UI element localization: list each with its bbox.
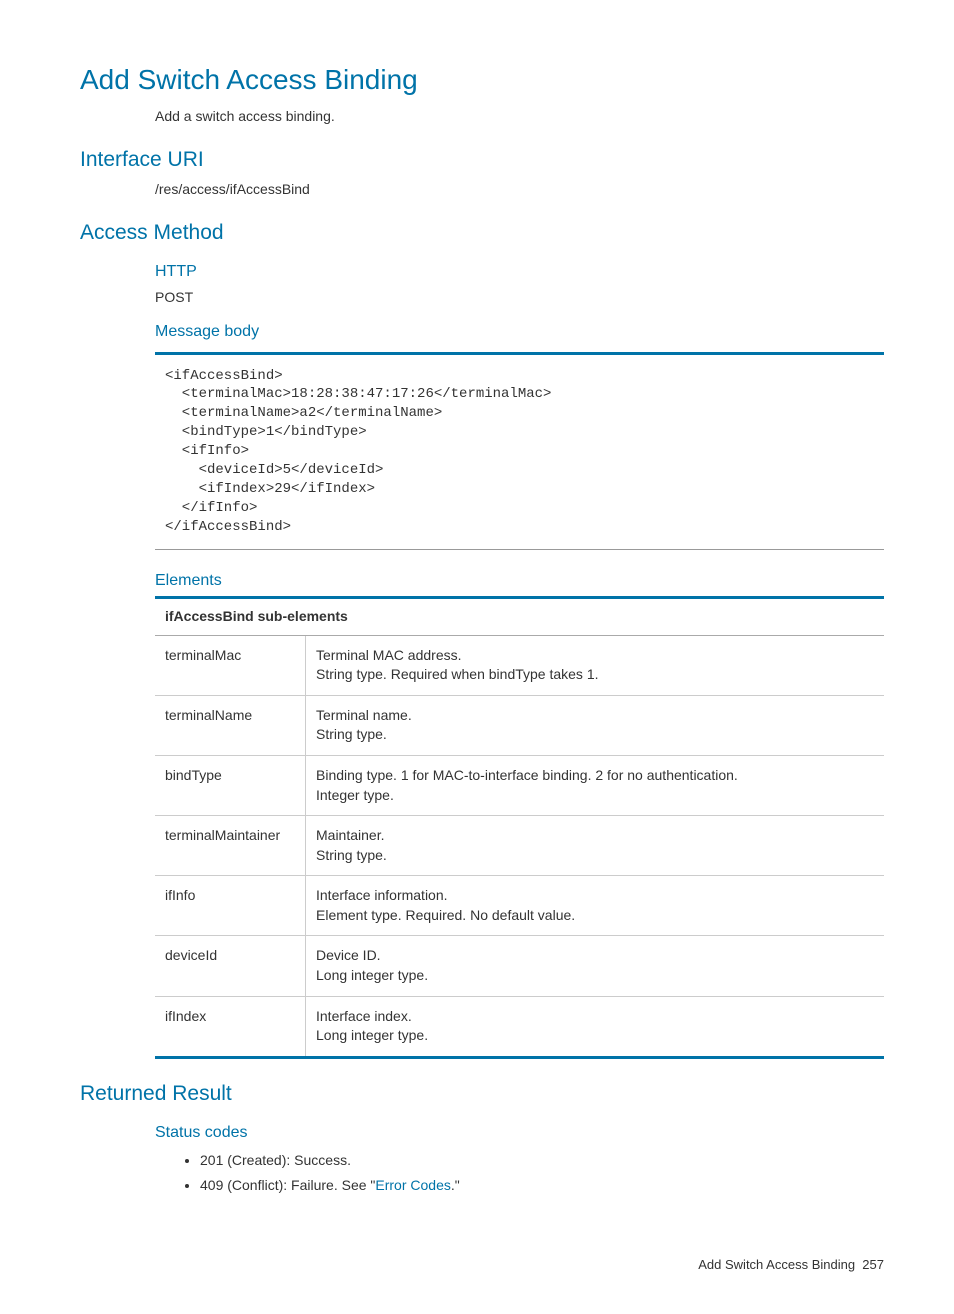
error-codes-link[interactable]: Error Codes bbox=[375, 1177, 450, 1193]
access-method-heading: Access Method bbox=[80, 218, 884, 247]
element-name: terminalMac bbox=[155, 635, 306, 695]
status-code-item: 409 (Conflict): Failure. See "Error Code… bbox=[200, 1176, 884, 1196]
returned-result-heading: Returned Result bbox=[80, 1079, 884, 1108]
elements-label: Elements bbox=[155, 570, 884, 592]
element-name: terminalName bbox=[155, 695, 306, 755]
message-body-label: Message body bbox=[155, 321, 884, 343]
http-label: HTTP bbox=[155, 261, 884, 283]
element-description: Maintainer.String type. bbox=[306, 816, 885, 876]
code-block: <ifAccessBind> <terminalMac>18:28:38:47:… bbox=[155, 352, 884, 550]
element-description: Device ID.Long integer type. bbox=[306, 936, 885, 996]
element-name: terminalMaintainer bbox=[155, 816, 306, 876]
table-row: ifIndexInterface index.Long integer type… bbox=[155, 996, 884, 1057]
table-header: ifAccessBind sub-elements bbox=[155, 597, 884, 635]
element-description: Terminal MAC address.String type. Requir… bbox=[306, 635, 885, 695]
status-codes-label: Status codes bbox=[155, 1122, 884, 1144]
table-row: deviceIdDevice ID.Long integer type. bbox=[155, 936, 884, 996]
interface-uri-heading: Interface URI bbox=[80, 145, 884, 174]
element-name: ifIndex bbox=[155, 996, 306, 1057]
http-value: POST bbox=[155, 288, 884, 308]
page-title: Add Switch Access Binding bbox=[80, 60, 884, 99]
page-footer: Add Switch Access Binding 257 bbox=[80, 1256, 884, 1274]
footer-title: Add Switch Access Binding bbox=[698, 1257, 855, 1272]
elements-table: ifAccessBind sub-elements terminalMacTer… bbox=[155, 596, 884, 1059]
status-code-item: 201 (Created): Success. bbox=[200, 1151, 884, 1171]
element-description: Binding type. 1 for MAC-to-interface bin… bbox=[306, 755, 885, 815]
interface-uri-value: /res/access/ifAccessBind bbox=[155, 180, 884, 200]
status-codes-list: 201 (Created): Success. 409 (Conflict): F… bbox=[180, 1151, 884, 1196]
element-name: deviceId bbox=[155, 936, 306, 996]
element-description: Interface information.Element type. Requ… bbox=[306, 876, 885, 936]
element-name: ifInfo bbox=[155, 876, 306, 936]
table-row: ifInfoInterface information.Element type… bbox=[155, 876, 884, 936]
element-description: Interface index.Long integer type. bbox=[306, 996, 885, 1057]
footer-page: 257 bbox=[862, 1257, 884, 1272]
element-name: bindType bbox=[155, 755, 306, 815]
table-row: terminalMaintainerMaintainer.String type… bbox=[155, 816, 884, 876]
page-description: Add a switch access binding. bbox=[155, 107, 884, 127]
table-row: terminalMacTerminal MAC address.String t… bbox=[155, 635, 884, 695]
table-row: terminalNameTerminal name.String type. bbox=[155, 695, 884, 755]
table-row: bindTypeBinding type. 1 for MAC-to-inter… bbox=[155, 755, 884, 815]
element-description: Terminal name.String type. bbox=[306, 695, 885, 755]
